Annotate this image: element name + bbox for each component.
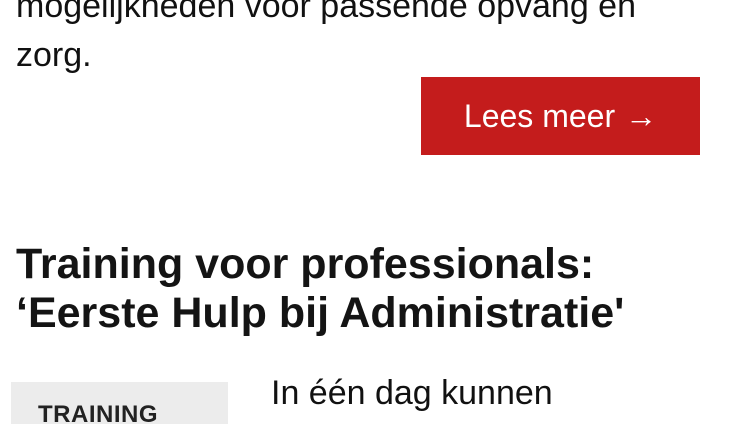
intro-line-1: mogelijkheden voor passende opvang en xyxy=(16,0,637,25)
section-title-line-1: Training voor professionals: xyxy=(16,240,595,288)
thumbnail-label: TRAINING xyxy=(38,401,158,424)
section-title[interactable]: Training voor professionals: ‘Eerste Hul… xyxy=(16,240,736,338)
read-more-label: Lees meer xyxy=(463,97,616,134)
intro-line-2: zorg. xyxy=(16,36,92,74)
article-thumbnail[interactable]: TRAINING xyxy=(11,382,228,424)
intro-paragraph: mogelijkheden voor passende opvang en zo… xyxy=(16,0,716,80)
article-teaser: In één dag kunnen xyxy=(271,374,553,412)
section-title-line-2: ‘Eerste Hulp bij Administratie' xyxy=(16,289,625,337)
read-more-button[interactable]: Lees meer → xyxy=(421,77,700,155)
arrow-right-icon: → xyxy=(625,97,658,134)
